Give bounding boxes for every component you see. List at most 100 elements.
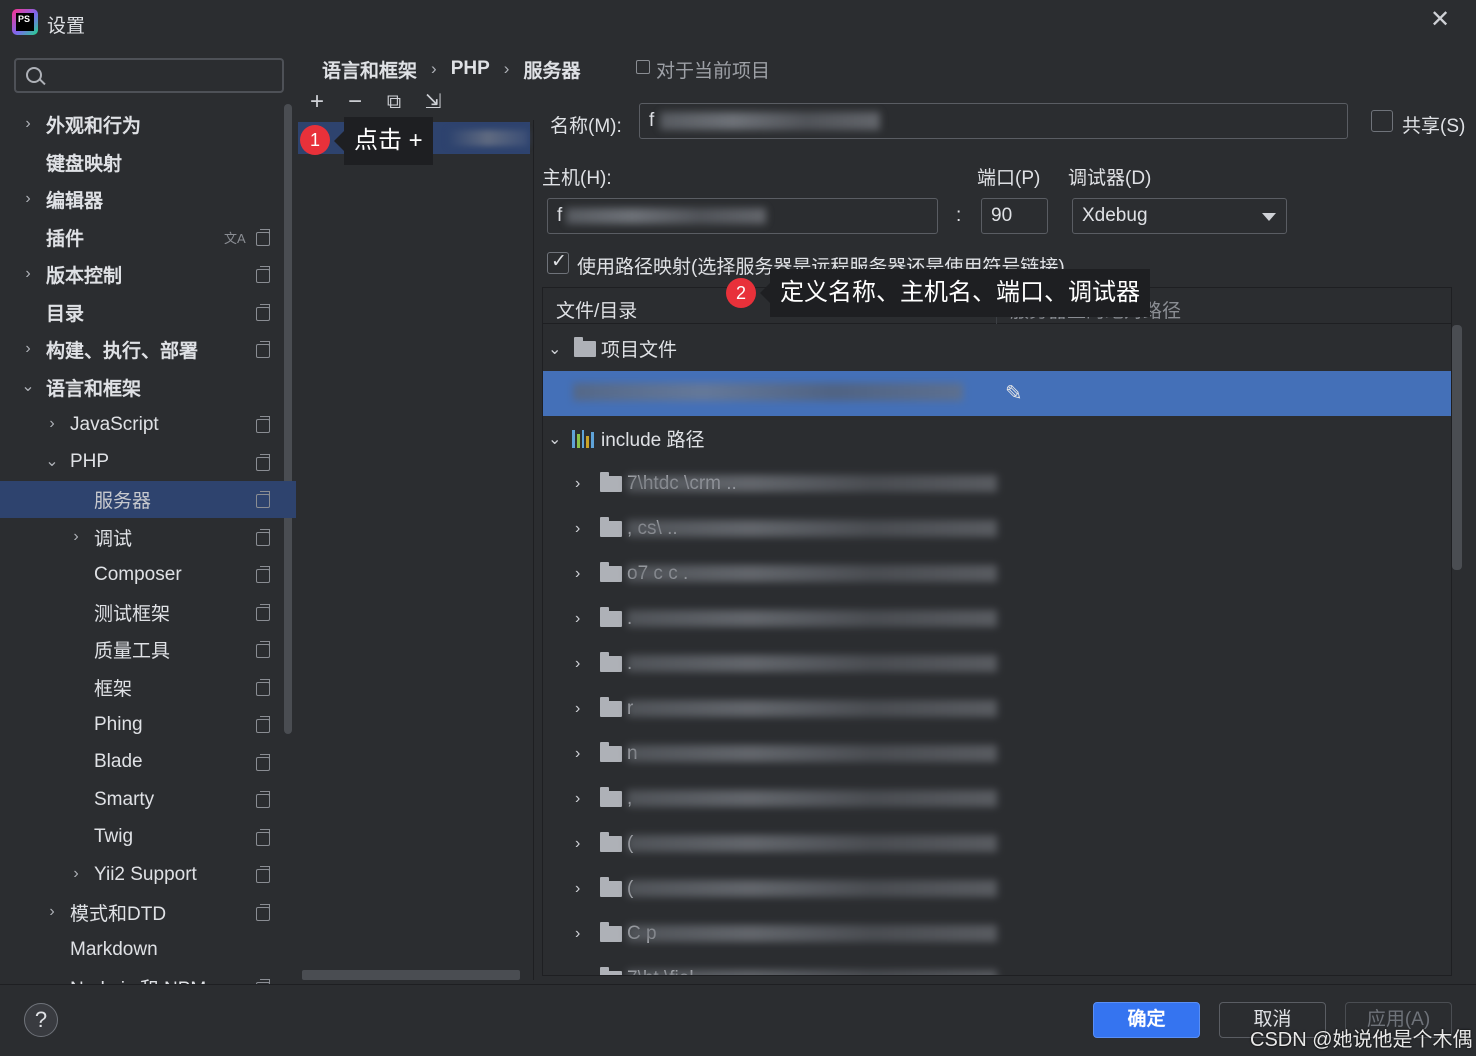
project-scope-icon <box>256 303 270 321</box>
chevron-right-icon[interactable]: › <box>68 528 84 545</box>
breadcrumb-separator: › <box>503 59 510 78</box>
sidebar-item[interactable]: › 模式和DTD <box>0 894 296 931</box>
chevron-right-icon[interactable]: › <box>575 745 580 763</box>
tree-row-include-path[interactable]: › . <box>543 596 1451 641</box>
chevron-right-icon[interactable]: › <box>68 866 84 882</box>
chevron-down-icon[interactable]: ⌄ <box>20 378 36 395</box>
sidebar-item[interactable]: › 编辑器 <box>0 181 296 218</box>
project-scope-icon <box>256 828 270 846</box>
tree-row-include-path[interactable]: ›7\htdc \crm .. <box>543 461 1451 506</box>
chevron-right-icon[interactable]: › <box>575 880 580 898</box>
sidebar-item-label: Blade <box>94 751 143 772</box>
project-scope-icon <box>256 453 270 471</box>
sidebar-item[interactable]: › 调试 <box>0 519 296 556</box>
tree-row-include-path[interactable]: › r <box>543 686 1451 731</box>
breadcrumb-item[interactable]: PHP <box>451 58 490 80</box>
tree-row-include-path[interactable]: ›C p <box>543 911 1451 956</box>
sidebar-item[interactable]: ⌄ PHP <box>0 444 296 481</box>
sidebar-item[interactable]: Markdown <box>0 931 296 968</box>
breadcrumb-item[interactable]: 语言和框架 <box>322 56 417 83</box>
chevron-right-icon[interactable]: › <box>575 790 580 808</box>
tree-row-include-path[interactable]: › n <box>543 731 1451 776</box>
chevron-right-icon[interactable]: › <box>575 970 580 976</box>
sidebar-item[interactable]: Node.js 和 NPM <box>0 969 296 984</box>
sidebar-item[interactable]: 质量工具 <box>0 631 296 668</box>
sidebar-item[interactable]: ⌄ 语言和框架 <box>0 369 296 406</box>
sidebar-item[interactable]: › 外观和行为 <box>0 106 296 143</box>
help-icon[interactable]: ? <box>24 1003 58 1037</box>
remove-server-button[interactable]: − <box>340 88 370 118</box>
redacted-text <box>566 208 766 224</box>
tree-row-project-root[interactable]: ✎ <box>543 371 1451 416</box>
close-icon[interactable]: ✕ <box>1428 8 1452 32</box>
table-scrollbar[interactable] <box>1452 325 1462 570</box>
sidebar-item[interactable]: Smarty <box>0 781 296 818</box>
tree-row-include-paths[interactable]: ⌄ include 路径 <box>543 416 1451 461</box>
chevron-down-icon[interactable]: ⌄ <box>44 453 60 470</box>
chevron-right-icon[interactable]: › <box>575 925 580 943</box>
chevron-right-icon[interactable]: › <box>44 416 60 432</box>
redacted-text <box>573 383 963 401</box>
sidebar-item[interactable]: Composer <box>0 556 296 593</box>
sidebar-item[interactable]: 服务器 <box>0 481 296 518</box>
tree-row-include-path[interactable]: › ( <box>543 866 1451 911</box>
sidebar-item[interactable]: Phing <box>0 706 296 743</box>
sidebar-item[interactable]: 测试框架 <box>0 594 296 631</box>
host-field[interactable]: f <box>547 198 938 234</box>
path-mapping-checkbox[interactable] <box>547 250 569 274</box>
callout-tooltip: 点击 + <box>334 117 433 165</box>
ok-button[interactable]: 确定 <box>1093 1002 1200 1038</box>
chevron-right-icon[interactable]: › <box>575 655 580 673</box>
server-list-scrollbar[interactable] <box>302 970 520 980</box>
shared-checkbox[interactable] <box>1371 110 1393 132</box>
chevron-right-icon[interactable]: › <box>575 610 580 628</box>
search-input[interactable] <box>14 58 284 93</box>
tree-row-include-path[interactable]: › 7\ht \fiel . <box>543 956 1451 976</box>
sidebar-item[interactable]: 框架 <box>0 669 296 706</box>
chevron-right-icon[interactable]: › <box>575 835 580 853</box>
chevron-right-icon[interactable]: › <box>20 266 36 282</box>
sidebar-item[interactable]: › JavaScript <box>0 406 296 443</box>
tree-row-include-path[interactable]: › ( <box>543 821 1451 866</box>
chevron-right-icon[interactable]: › <box>20 116 36 132</box>
add-server-button[interactable]: + <box>302 88 332 118</box>
sidebar-item[interactable]: › 构建、执行、部署 <box>0 331 296 368</box>
chevron-right-icon[interactable]: › <box>20 191 36 207</box>
tree-row-project-files[interactable]: ⌄ 项目文件 <box>543 326 1451 371</box>
port-field[interactable]: 90 <box>981 198 1048 234</box>
chevron-right-icon[interactable]: › <box>575 475 580 493</box>
copy-server-button[interactable]: ⧉ <box>379 88 409 118</box>
tree-row-include-path[interactable]: › . <box>543 641 1451 686</box>
chevron-right-icon[interactable]: › <box>575 520 580 538</box>
column-header-file[interactable]: 文件/目录 <box>556 296 637 323</box>
port-value: 90 <box>991 205 1013 226</box>
sidebar-item[interactable]: Twig <box>0 819 296 856</box>
sidebar-item[interactable]: 键盘映射 <box>0 144 296 181</box>
folder-icon <box>600 561 622 582</box>
sidebar-item[interactable]: 目录 <box>0 294 296 331</box>
folder-icon <box>600 471 622 492</box>
tree-row-include-path[interactable]: › o7 c c . <box>543 551 1451 596</box>
sidebar-item[interactable]: 插件 文A <box>0 219 296 256</box>
sidebar-item[interactable]: › Yii2 Support <box>0 856 296 893</box>
folder-icon <box>600 876 622 897</box>
chevron-right-icon[interactable]: › <box>20 341 36 357</box>
port-separator: : <box>956 205 962 226</box>
pencil-edit-icon[interactable]: ✎ <box>1005 381 1023 406</box>
window-title: 设置 <box>47 16 86 37</box>
sidebar-item[interactable]: › 版本控制 <box>0 256 296 293</box>
sidebar-item[interactable]: Blade <box>0 744 296 781</box>
tree-row-include-path[interactable]: › , <box>543 776 1451 821</box>
tree-row-include-path[interactable]: › , cs\ .. <box>543 506 1451 551</box>
callout-tooltip: 定义名称、主机名、端口、调试器 <box>760 269 1150 317</box>
chevron-down-icon[interactable]: ⌄ <box>548 339 561 359</box>
translate-icon: 文A <box>224 230 246 246</box>
chevron-right-icon[interactable]: › <box>44 903 60 920</box>
debugger-select[interactable]: Xdebug <box>1072 198 1287 234</box>
chevron-down-icon[interactable]: ⌄ <box>548 429 561 449</box>
name-field[interactable]: f <box>639 103 1348 139</box>
import-server-button[interactable]: ⇲ <box>418 88 448 118</box>
sidebar-item-label: 构建、执行、部署 <box>46 341 199 362</box>
chevron-right-icon[interactable]: › <box>575 700 580 718</box>
chevron-right-icon[interactable]: › <box>575 565 580 583</box>
